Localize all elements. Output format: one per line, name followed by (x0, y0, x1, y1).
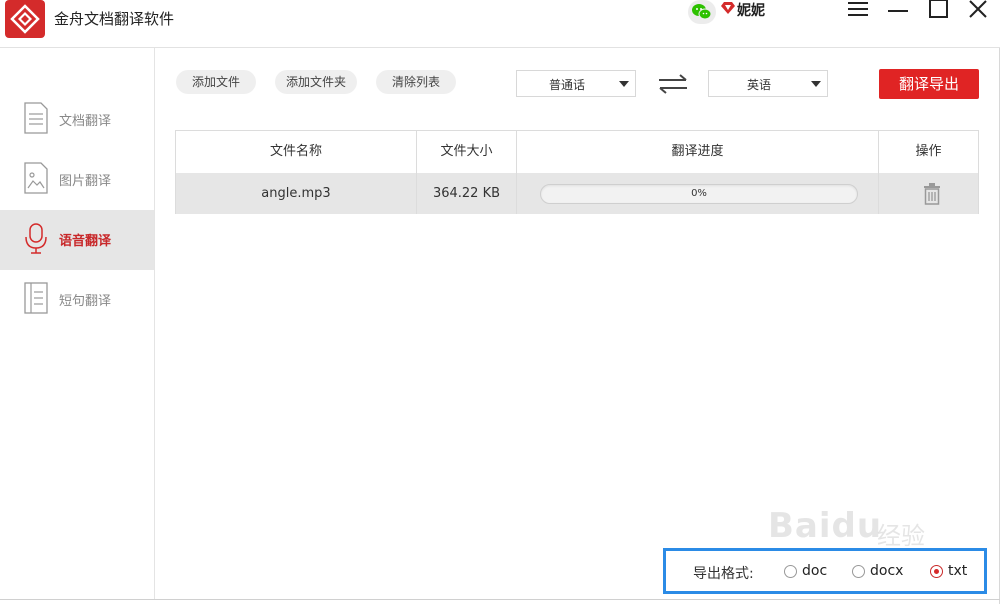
document-icon (24, 102, 48, 134)
sidebar-item-voice-translate[interactable]: 语音翻译 (0, 210, 154, 270)
maximize-icon[interactable] (926, 0, 952, 20)
format-option-doc[interactable]: doc (802, 563, 827, 579)
baidu-watermark-text: 经验 (877, 522, 925, 550)
file-table: 文件名称 文件大小 翻译进度 操作 angle.mp3 364.22 KB 0% (175, 130, 979, 214)
swap-languages-icon[interactable] (656, 73, 690, 95)
app-logo-icon (5, 0, 45, 38)
app-window: 金舟文档翻译软件 妮妮 文档翻译 图片翻译 语音翻译 短句翻译 添加文件 添加文… (0, 0, 1000, 604)
export-format-label: 导出格式: (693, 566, 754, 582)
file-size-cell: 364.22 KB (432, 186, 501, 201)
minimize-icon[interactable] (886, 0, 912, 20)
column-header-action: 操作 (915, 144, 942, 159)
add-file-button[interactable]: 添加文件 (176, 70, 256, 94)
target-language-value: 英语 (746, 78, 771, 92)
vip-diamond-icon (721, 2, 735, 14)
column-divider (416, 131, 417, 214)
sidebar-item-label: 短句翻译 (59, 294, 112, 309)
sidebar: 文档翻译 图片翻译 语音翻译 短句翻译 (0, 48, 155, 600)
target-language-select[interactable]: 英语 (708, 70, 828, 97)
wechat-icon[interactable] (688, 0, 716, 24)
chevron-down-icon (619, 81, 629, 87)
text-lines-icon (24, 282, 48, 314)
trash-icon[interactable] (922, 183, 942, 205)
sidebar-item-label: 语音翻译 (59, 234, 112, 249)
user-name[interactable]: 妮妮 (737, 0, 765, 20)
radio-txt[interactable] (930, 565, 943, 578)
sidebar-item-sentence-translate[interactable]: 短句翻译 (0, 270, 154, 330)
file-name-cell: angle.mp3 (261, 186, 331, 201)
column-divider (516, 131, 517, 214)
format-option-txt[interactable]: txt (948, 563, 967, 579)
column-divider (878, 131, 879, 214)
chevron-down-icon (811, 81, 821, 87)
export-format-panel: 导出格式: doc docx txt (663, 548, 987, 594)
watermark-brand: Bai (768, 506, 832, 546)
add-folder-button[interactable]: 添加文件夹 (275, 70, 357, 94)
radio-docx[interactable] (852, 565, 865, 578)
progress-percent: 0% (691, 188, 707, 199)
baidu-watermark: Baidu (768, 506, 882, 546)
image-icon (24, 162, 48, 194)
sidebar-item-image-translate[interactable]: 图片翻译 (0, 150, 154, 210)
source-language-select[interactable]: 普通话 (516, 70, 636, 97)
sidebar-item-label: 图片翻译 (59, 174, 112, 189)
close-icon[interactable] (966, 0, 992, 20)
table-row[interactable]: angle.mp3 364.22 KB 0% (176, 173, 978, 214)
bottom-border (0, 599, 1000, 600)
clear-list-button[interactable]: 清除列表 (376, 70, 456, 94)
column-header-progress: 翻译进度 (671, 144, 724, 159)
translate-export-button[interactable]: 翻译导出 (879, 69, 979, 99)
translation-progress-bar: 0% (540, 184, 858, 204)
sidebar-item-document-translate[interactable]: 文档翻译 (0, 90, 154, 150)
app-title: 金舟文档翻译软件 (54, 10, 175, 28)
radio-doc[interactable] (784, 565, 797, 578)
microphone-icon (25, 223, 47, 254)
format-option-docx[interactable]: docx (870, 563, 903, 579)
watermark-paw: du (831, 506, 883, 546)
source-language-value: 普通话 (548, 78, 585, 92)
column-header-name: 文件名称 (269, 144, 322, 159)
title-bar: 金舟文档翻译软件 妮妮 (0, 0, 1000, 48)
hamburger-menu-icon[interactable] (846, 0, 872, 20)
column-header-size: 文件大小 (440, 144, 493, 159)
sidebar-item-label: 文档翻译 (59, 114, 112, 129)
